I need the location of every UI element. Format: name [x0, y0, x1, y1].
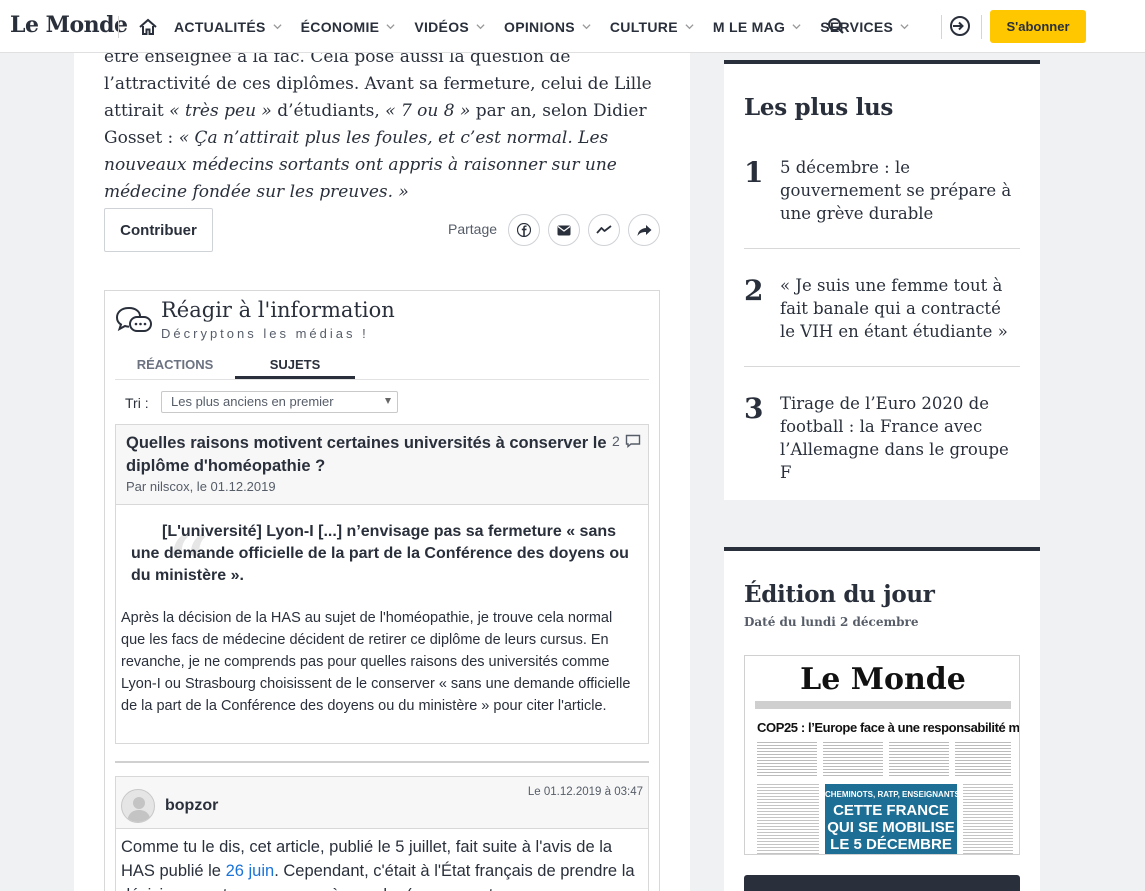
share-arrow-icon — [637, 224, 651, 236]
thread-title[interactable]: Quelles raisons motivent certaines unive… — [126, 432, 616, 478]
cover-text-column — [963, 784, 1013, 854]
cover-masthead: Le Monde — [800, 662, 966, 697]
thread-quote: [L'université] Lyon-I [...] n’envisage p… — [131, 523, 629, 584]
edition-title: Édition du jour — [744, 581, 935, 608]
cover-kicker: CHEMINOTS, RATP, ENSEIGNANTS... — [825, 790, 967, 799]
login-icon[interactable] — [949, 15, 971, 37]
tabs-divider — [115, 379, 649, 380]
messenger-share-button[interactable] — [588, 214, 620, 246]
most-read-item[interactable]: 3 Tirage de l’Euro 2020 de football : la… — [744, 392, 1020, 482]
sort-select[interactable]: Les plus anciens en premier — [161, 391, 398, 413]
main-menu: ACTUALITÉS ÉCONOMIE VIDÉOS OPINIONS CULT… — [174, 0, 928, 53]
chevron-down-icon — [792, 24, 801, 30]
article-paragraph: être enseignée à la fac. Cela pose aussi… — [104, 47, 652, 202]
cover-rule — [755, 701, 1011, 709]
mail-icon — [557, 225, 571, 235]
reply-date: Le 01.12.2019 à 03:47 — [527, 786, 643, 798]
top-navigation: Le Monde ACTUALITÉS ÉCONOMIE VIDÉOS OPIN… — [0, 0, 1145, 53]
edition-date: Daté du lundi 2 décembre — [744, 615, 919, 629]
active-tab-indicator — [235, 376, 355, 379]
home-icon[interactable] — [138, 17, 158, 37]
nav-divider — [981, 15, 982, 39]
reply-comment: bopzor Le 01.12.2019 à 03:47 Comme tu le… — [115, 776, 649, 891]
most-read-item[interactable]: 2 « Je suis une femme tout à fait banale… — [744, 274, 1020, 367]
nav-divider — [941, 15, 942, 39]
reply-username[interactable]: bopzor — [165, 797, 218, 815]
tab-sujets[interactable]: SUJETS — [235, 357, 355, 372]
chevron-down-icon — [685, 24, 694, 30]
chevron-down-icon — [476, 24, 485, 30]
reply-header: bopzor Le 01.12.2019 à 03:47 — [116, 777, 648, 829]
newspaper-cover[interactable]: Le Monde COP25 : l’Europe face à une res… — [744, 655, 1020, 855]
messenger-icon — [596, 225, 612, 234]
speech-bubbles-icon — [115, 307, 152, 332]
reply-link[interactable]: 26 juin — [226, 862, 275, 880]
menu-item-actualites[interactable]: ACTUALITÉS — [174, 19, 282, 35]
menu-item-opinions[interactable]: OPINIONS — [504, 19, 591, 35]
comments-subtitle: Décryptons les médias ! — [161, 326, 369, 341]
rank-number: 3 — [744, 392, 764, 425]
cover-text-column — [889, 742, 949, 778]
chevron-down-icon — [273, 24, 282, 30]
menu-item-videos[interactable]: VIDÉOS — [414, 19, 485, 35]
menu-item-economie[interactable]: ÉCONOMIE — [301, 19, 396, 35]
thread-body: Après la décision de la HAS au sujet de … — [121, 610, 631, 714]
cover-big-headline: CETTE FRANCE QUI SE MOBILISE LE 5 DÉCEMB… — [827, 802, 955, 853]
cover-text-column — [955, 742, 1011, 778]
most-read-link[interactable]: « Je suis une femme tout à fait banale q… — [780, 274, 1016, 343]
rank-number: 1 — [744, 156, 764, 189]
dropdown-arrow-icon — [385, 398, 391, 404]
subscribe-button[interactable]: S'abonner — [990, 10, 1086, 43]
comments-title: Réagir à l'information — [161, 298, 395, 322]
rank-number: 2 — [744, 274, 764, 307]
most-read-title: Les plus lus — [744, 94, 894, 121]
menu-item-culture[interactable]: CULTURE — [610, 19, 694, 35]
comment-icon — [625, 434, 640, 448]
chevron-down-icon — [386, 24, 395, 30]
edition-card: Édition du jour Daté du lundi 2 décembre… — [724, 547, 1040, 891]
facebook-share-button[interactable] — [508, 214, 540, 246]
thread-divider — [115, 761, 649, 763]
cover-text-column — [757, 742, 817, 778]
most-read-card: Les plus lus 1 5 décembre : le gouvernem… — [724, 60, 1040, 500]
most-read-link[interactable]: 5 décembre : le gouvernement se prépare … — [780, 156, 1016, 225]
avatar — [121, 789, 155, 823]
reply-count[interactable]: 2 — [612, 433, 641, 449]
cover-text-column — [823, 742, 883, 778]
tab-reactions[interactable]: RÉACTIONS — [115, 357, 235, 372]
cover-headline: COP25 : l’Europe face à une responsabili… — [757, 720, 1020, 735]
email-share-button[interactable] — [548, 214, 580, 246]
site-logo[interactable]: Le Monde — [10, 12, 128, 38]
share-label: Partage — [448, 221, 498, 237]
reply-body: Comme tu le dis, cet article, publié le … — [121, 838, 635, 891]
user-silhouette-icon — [127, 797, 151, 822]
facebook-icon — [517, 223, 531, 237]
chevron-down-icon — [582, 24, 591, 30]
thread-meta: Par nilscox, le 01.12.2019 — [126, 479, 276, 494]
edition-read-button[interactable] — [744, 875, 1020, 891]
sort-label: Tri : — [125, 395, 149, 411]
cover-text-column — [757, 784, 819, 854]
chevron-down-icon — [900, 24, 909, 30]
contribute-button[interactable]: Contribuer — [104, 208, 213, 252]
more-share-button[interactable] — [628, 214, 660, 246]
search-icon[interactable] — [826, 16, 846, 36]
most-read-item[interactable]: 1 5 décembre : le gouvernement se prépar… — [744, 156, 1020, 249]
thread-header[interactable]: Quelles raisons motivent certaines unive… — [116, 425, 648, 505]
most-read-link[interactable]: Tirage de l’Euro 2020 de football : la F… — [780, 392, 1016, 484]
cover-feature: CHEMINOTS, RATP, ENSEIGNANTS... CETTE FR… — [825, 784, 967, 854]
discussion-thread: Quelles raisons motivent certaines unive… — [115, 424, 649, 744]
nav-divider — [118, 16, 119, 38]
menu-item-m-le-mag[interactable]: M LE MAG — [713, 19, 801, 35]
